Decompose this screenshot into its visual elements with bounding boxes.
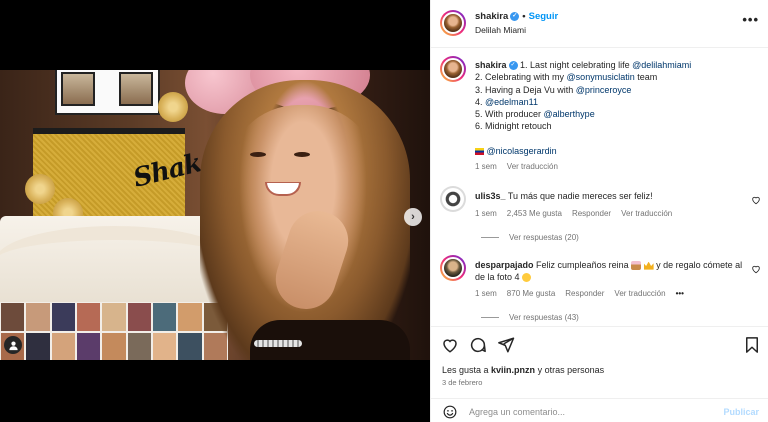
portrait-bracelet [254,340,302,347]
mention-link[interactable]: @alberthype [544,109,595,119]
cake-gold-tier: Shak [25,92,204,228]
cake-photo [119,72,153,106]
comment-time: 1 sem [475,289,497,298]
heart-icon[interactable] [751,195,761,205]
post-photo[interactable]: Shak [0,70,430,360]
likes-prefix: Les gusta a [442,365,492,375]
caption-time: 1 sem [475,162,497,172]
comment-username[interactable]: ulis3s_ [475,191,506,201]
more-options-icon[interactable]: ••• [742,12,759,27]
comment-options-icon[interactable]: ••• [676,289,684,298]
translation-link[interactable]: Ver traducción [621,209,672,218]
likes-suffix[interactable]: y otras personas [535,365,605,375]
cake-emoji-icon [631,261,642,271]
view-replies-label: Ver respuestas (43) [509,313,579,322]
comment-input[interactable] [469,404,699,420]
caption-line: 5. With producer [475,109,544,120]
reply-button[interactable]: Responder [572,209,611,218]
cake-signature: Shak [130,148,205,194]
caption-line: 4. [475,96,486,107]
cake-white-tier [0,216,235,306]
view-replies-button[interactable]: Ver respuestas (20) [481,233,579,242]
avatar[interactable] [440,255,466,281]
avatar[interactable] [440,186,466,212]
publish-button[interactable]: Publicar [723,407,759,417]
emoji-icon[interactable] [443,405,457,419]
mention-link[interactable]: @sonymusiclatin [567,72,635,82]
next-arrow-icon[interactable]: › [404,208,422,226]
caption-line: 3. Having a Deja Vu with [475,84,576,95]
mention-link[interactable]: @edelman11 [485,97,538,107]
header-username[interactable]: shakira [475,11,508,22]
caption-line-suffix: team [634,72,658,83]
mention-link[interactable]: @nicolasgerardin [487,146,557,156]
verified-icon: ✓ [510,11,520,21]
comment-icon[interactable] [469,336,487,354]
post-caption: shakira ✓ 1. Last night celebrating life … [475,59,755,174]
post-media: Shak › [0,0,430,422]
heart-icon[interactable] [751,264,761,274]
comment-body: Feliz cumpleaños reina [536,260,632,270]
mention-link[interactable]: @princeroyce [576,85,632,95]
caption-line: 1. Last night celebrating life [520,60,633,70]
caption-username[interactable]: shakira [475,60,507,70]
post-sidebar: shakira ✓ • Seguir Delilah Miami ••• shakir… [430,0,768,422]
post-header: shakira ✓ • Seguir Delilah Miami ••• [431,0,768,48]
reply-button[interactable]: Responder [565,289,604,298]
comment-item: desparpajado Feliz cumpleaños reina y de… [475,259,745,300]
caption-line: 6. Midnight retouch [475,121,552,132]
post-date: 3 de febrero [442,378,483,387]
comment-time: 1 sem [475,209,497,218]
bookmark-icon[interactable] [743,336,761,354]
comment-body: Tu más que nadie mereces ser feliz! [507,191,653,201]
cake-flower [158,92,188,122]
crown-emoji-icon [643,261,654,270]
avatar[interactable] [440,10,466,36]
translation-link[interactable]: Ver traducción [507,162,558,171]
view-replies-label: Ver respuestas (20) [509,233,579,242]
user-tag-icon[interactable] [4,336,22,354]
heart-icon[interactable] [441,336,459,354]
comment-username[interactable]: desparpajado [475,260,534,270]
comment-meta: 1 sem 870 Me gusta Responder Ver traducción… [475,288,745,300]
avatar[interactable] [440,56,466,82]
comment-meta: 1 sem 2,453 Me gusta Responder Ver traducci… [475,208,745,220]
flag-icon [475,148,484,156]
cake-photo-tier [0,302,228,360]
location-link[interactable]: Delilah Miami [475,25,526,35]
comments-list: shakira ✓ 1. Last night celebrating life … [431,48,768,326]
comment-composer: Publicar [431,398,768,422]
likes-user-link[interactable]: kviin.pnzn [491,365,535,375]
comment-likes[interactable]: 2,453 Me gusta [507,209,562,218]
header-username-row: shakira ✓ • Seguir [475,11,559,22]
caption-line: 2. Celebrating with my [475,72,567,83]
cake-top-tier [55,70,160,115]
cake-flower [25,174,55,204]
translation-link[interactable]: Ver traducción [614,289,665,298]
portrait-eye [294,152,310,157]
portrait-eye [250,152,266,157]
mention-link[interactable]: @delilahmiami [632,60,691,70]
likes-summary: Les gusta a kviin.pnzn y otras personas [442,365,604,375]
caption-meta: 1 sem Ver traducción [475,161,755,173]
follow-button[interactable]: Seguir [529,11,559,22]
share-icon[interactable] [497,336,515,354]
view-replies-button[interactable]: Ver respuestas (43) [481,313,579,322]
action-bar [431,326,768,362]
comment-likes[interactable]: 870 Me gusta [507,289,555,298]
comment-item: ulis3s_ Tu más que nadie mereces ser fel… [475,190,745,220]
heart-eyes-emoji-icon [522,273,532,283]
cake-photo [61,72,95,106]
verified-icon: ✓ [508,61,518,71]
